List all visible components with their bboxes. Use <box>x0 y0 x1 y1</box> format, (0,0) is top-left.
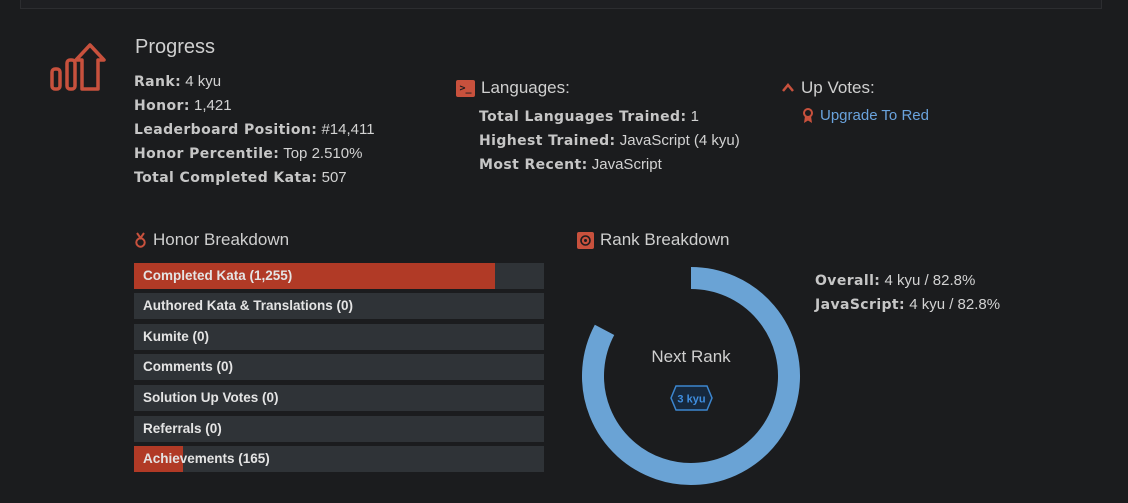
next-rank-value: 3 kyu <box>677 394 705 406</box>
honor-bar-completed-kata: Completed Kata (1,255) <box>134 263 544 289</box>
stat-javascript-rank: JavaScript: 4 kyu / 82.8% <box>815 296 1001 313</box>
stat-leaderboard: Leaderboard Position: #14,411 <box>134 121 375 138</box>
medal-icon <box>135 232 146 248</box>
languages-heading: >_ Languages: <box>456 78 570 98</box>
honor-bar-kumite: Kumite (0) <box>134 324 544 350</box>
rank-breakdown-heading: Rank Breakdown <box>577 230 729 250</box>
stat-honor: Honor: 1,421 <box>134 97 232 114</box>
honor-bar-comments: Comments (0) <box>134 354 544 380</box>
upvotes-heading: Up Votes: <box>781 78 875 98</box>
rank-stats: Overall: 4 kyu / 82.8% JavaScript: 4 kyu… <box>815 269 1000 317</box>
rank-progress-donut: Next Rank 3 kyu <box>582 267 800 485</box>
honor-bar-referrals: Referrals (0) <box>134 416 544 442</box>
stat-most-recent: Most Recent: JavaScript <box>479 156 662 173</box>
stat-highest-trained: Highest Trained: JavaScript (4 kyu) <box>479 132 740 149</box>
target-icon <box>577 231 594 249</box>
stat-completed-kata: Total Completed Kata: 507 <box>134 169 347 186</box>
languages-stats: Total Languages Trained: 1 Highest Train… <box>479 105 740 177</box>
progress-stats: Rank: 4 kyu Honor: 1,421 Leaderboard Pos… <box>134 70 375 190</box>
progress-chart-icon <box>50 43 106 91</box>
next-rank-badge: 3 kyu <box>670 385 713 411</box>
honor-bar-achievements: Achievements (165) <box>134 446 544 472</box>
stat-overall-rank: Overall: 4 kyu / 82.8% <box>815 272 976 289</box>
upgrade-to-red-link[interactable]: Upgrade To Red <box>802 107 929 124</box>
stat-rank: Rank: 4 kyu <box>134 73 222 90</box>
progress-title: Progress <box>135 36 216 58</box>
chevron-up-icon <box>782 83 794 92</box>
rank-progress-arc <box>582 267 800 485</box>
next-rank-label: Next Rank <box>651 347 731 366</box>
honor-breakdown-heading: Honor Breakdown <box>134 230 289 250</box>
terminal-icon: >_ <box>456 79 475 97</box>
honor-bar-solution-upvotes: Solution Up Votes (0) <box>134 385 544 411</box>
ribbon-icon <box>803 107 813 123</box>
stat-percentile: Honor Percentile: Top 2.510% <box>134 145 363 162</box>
top-panel <box>20 0 1102 9</box>
stat-total-languages: Total Languages Trained: 1 <box>479 108 699 125</box>
honor-bar-authored-kata: Authored Kata & Translations (0) <box>134 293 544 319</box>
